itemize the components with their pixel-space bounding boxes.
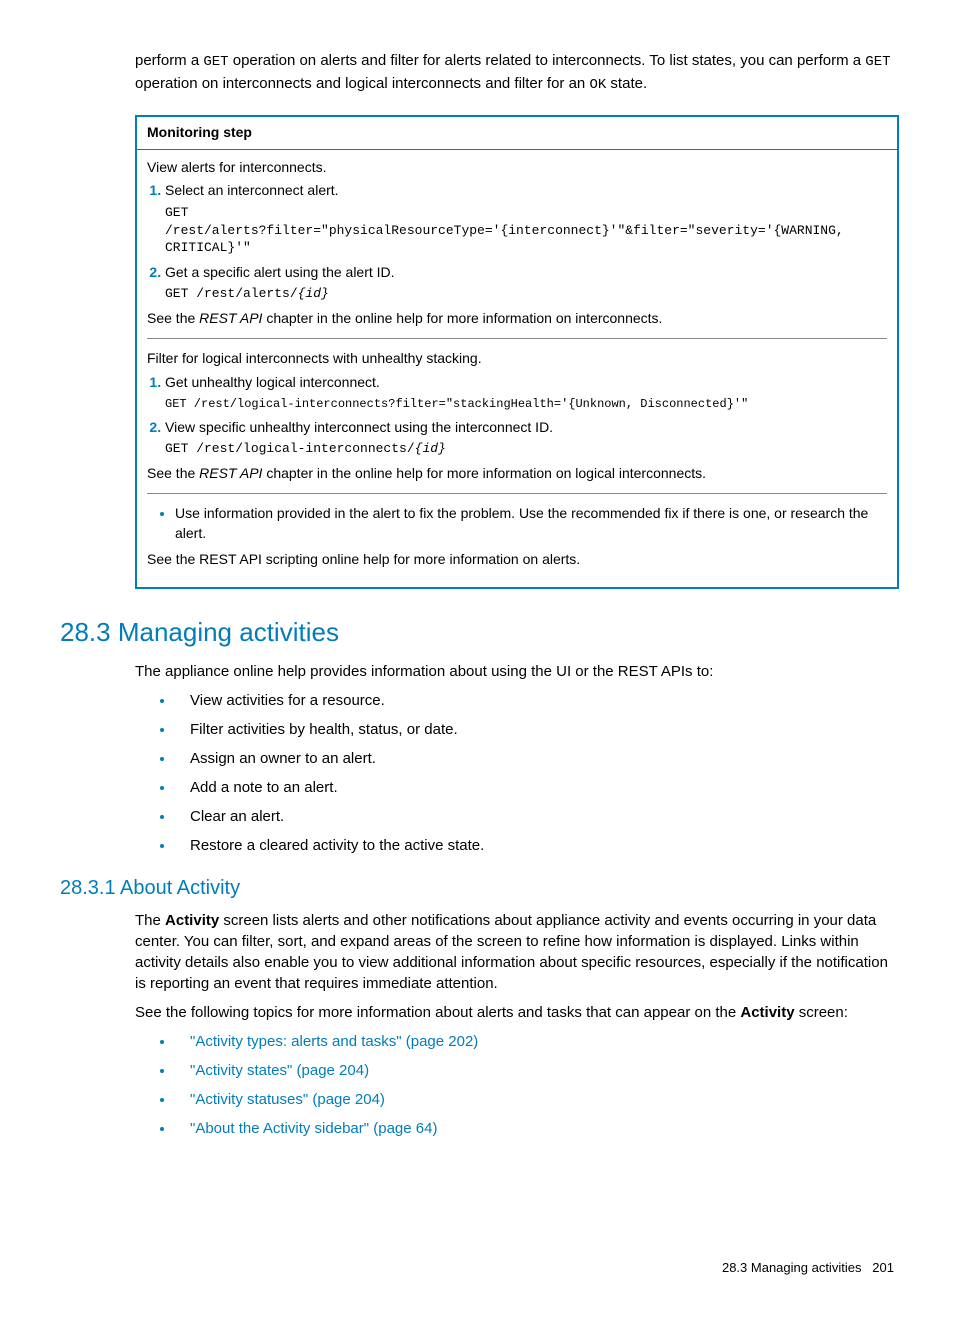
divider-2 [147,493,887,494]
intro-code-get-1: GET [203,54,228,70]
bullet-restore-activity: Restore a cleared activity to the active… [175,835,894,856]
bullet-clear-alert: Clear an alert. [175,806,894,827]
section1-item2-code: GET /rest/alerts/{id} [165,285,887,303]
section2-item1-code: GET /rest/logical-interconnects?filter="… [165,396,887,412]
footer-page-number: 201 [872,1260,894,1275]
section2-item2: View specific unhealthy interconnect usi… [165,418,887,458]
section2-intro: Filter for logical interconnects with un… [147,349,887,369]
section2-item1-text: Get unhealthy logical interconnect. [165,374,380,390]
link-activity-statuses: "Activity statuses" (page 204) [175,1089,894,1110]
body-28-3-1-p1: The Activity screen lists alerts and oth… [135,910,894,994]
link-activity-states-text[interactable]: "Activity states" (page 204) [190,1062,369,1079]
intro-paragraph: perform a GET operation on alerts and fi… [135,50,894,95]
section1-intro: View alerts for interconnects. [147,158,887,178]
page-footer: 28.3 Managing activities 201 [60,1259,894,1277]
section3-bullets: Use information provided in the alert to… [161,504,887,543]
link-activity-statuses-text[interactable]: "Activity statuses" (page 204) [190,1091,385,1108]
bullet-filter-activities: Filter activities by health, status, or … [175,719,894,740]
heading-28-3-1: 28.3.1 About Activity [60,874,894,902]
body-28-3-intro: The appliance online help provides infor… [135,661,894,682]
bullets-28-3: View activities for a resource. Filter a… [155,690,894,856]
divider-1 [147,338,887,339]
activity-bold-2: Activity [740,1004,794,1021]
section2-item2-code: GET /rest/logical-interconnects/{id} [165,440,887,458]
section1-item2: Get a specific alert using the alert ID.… [165,263,887,303]
section1-see: See the REST API chapter in the online h… [147,309,887,329]
monitoring-body: View alerts for interconnects. Select an… [137,150,897,587]
section1-item1-code: GET /rest/alerts?filter="physicalResourc… [165,204,887,257]
section1-item1-text: Select an interconnect alert. [165,182,339,198]
section3-see: See the REST API scripting online help f… [147,550,887,570]
code-line-2: /rest/alerts?filter="physicalResourceTyp… [165,222,887,240]
bullet-add-note: Add a note to an alert. [175,777,894,798]
links-28-3-1: "Activity types: alerts and tasks" (page… [155,1031,894,1139]
bullet-view-activities: View activities for a resource. [175,690,894,711]
code-line-3: CRITICAL}'" [165,239,887,257]
section2-item1: Get unhealthy logical interconnect. GET … [165,373,887,412]
monitoring-header: Monitoring step [137,117,897,150]
body-28-3-1-p2: See the following topics for more inform… [135,1002,894,1023]
heading-28-3: 28.3 Managing activities [60,614,894,650]
monitor-section-1: View alerts for interconnects. Select an… [147,158,887,329]
intro-code-ok: OK [589,77,606,93]
section2-see: See the REST API chapter in the online h… [147,464,887,484]
monitoring-table: Monitoring step View alerts for intercon… [135,115,899,589]
link-activity-sidebar-text[interactable]: "About the Activity sidebar" (page 64) [190,1120,437,1137]
link-activity-sidebar: "About the Activity sidebar" (page 64) [175,1118,894,1139]
section1-item2-text: Get a specific alert using the alert ID. [165,264,395,280]
footer-section: 28.3 Managing activities [722,1260,861,1275]
link-activity-types-text[interactable]: "Activity types: alerts and tasks" (page… [190,1033,478,1050]
intro-prefix: perform a [135,52,203,69]
monitor-section-3: Use information provided in the alert to… [147,504,887,569]
intro-suffix: state. [606,75,647,92]
bullet-assign-owner: Assign an owner to an alert. [175,748,894,769]
code-line-1: GET [165,204,887,222]
section2-list: Get unhealthy logical interconnect. GET … [147,373,887,458]
intro-code-get-2: GET [865,54,890,70]
intro-mid2: operation on interconnects and logical i… [135,75,589,92]
activity-bold-1: Activity [165,912,219,929]
link-activity-states: "Activity states" (page 204) [175,1060,894,1081]
link-activity-types: "Activity types: alerts and tasks" (page… [175,1031,894,1052]
intro-mid1: operation on alerts and filter for alert… [229,52,866,69]
section1-list: Select an interconnect alert. GET /rest/… [147,181,887,302]
section2-item2-text: View specific unhealthy interconnect usi… [165,419,553,435]
monitor-section-2: Filter for logical interconnects with un… [147,349,887,483]
section3-bullet: Use information provided in the alert to… [175,504,887,543]
section1-item1: Select an interconnect alert. GET /rest/… [165,181,887,256]
